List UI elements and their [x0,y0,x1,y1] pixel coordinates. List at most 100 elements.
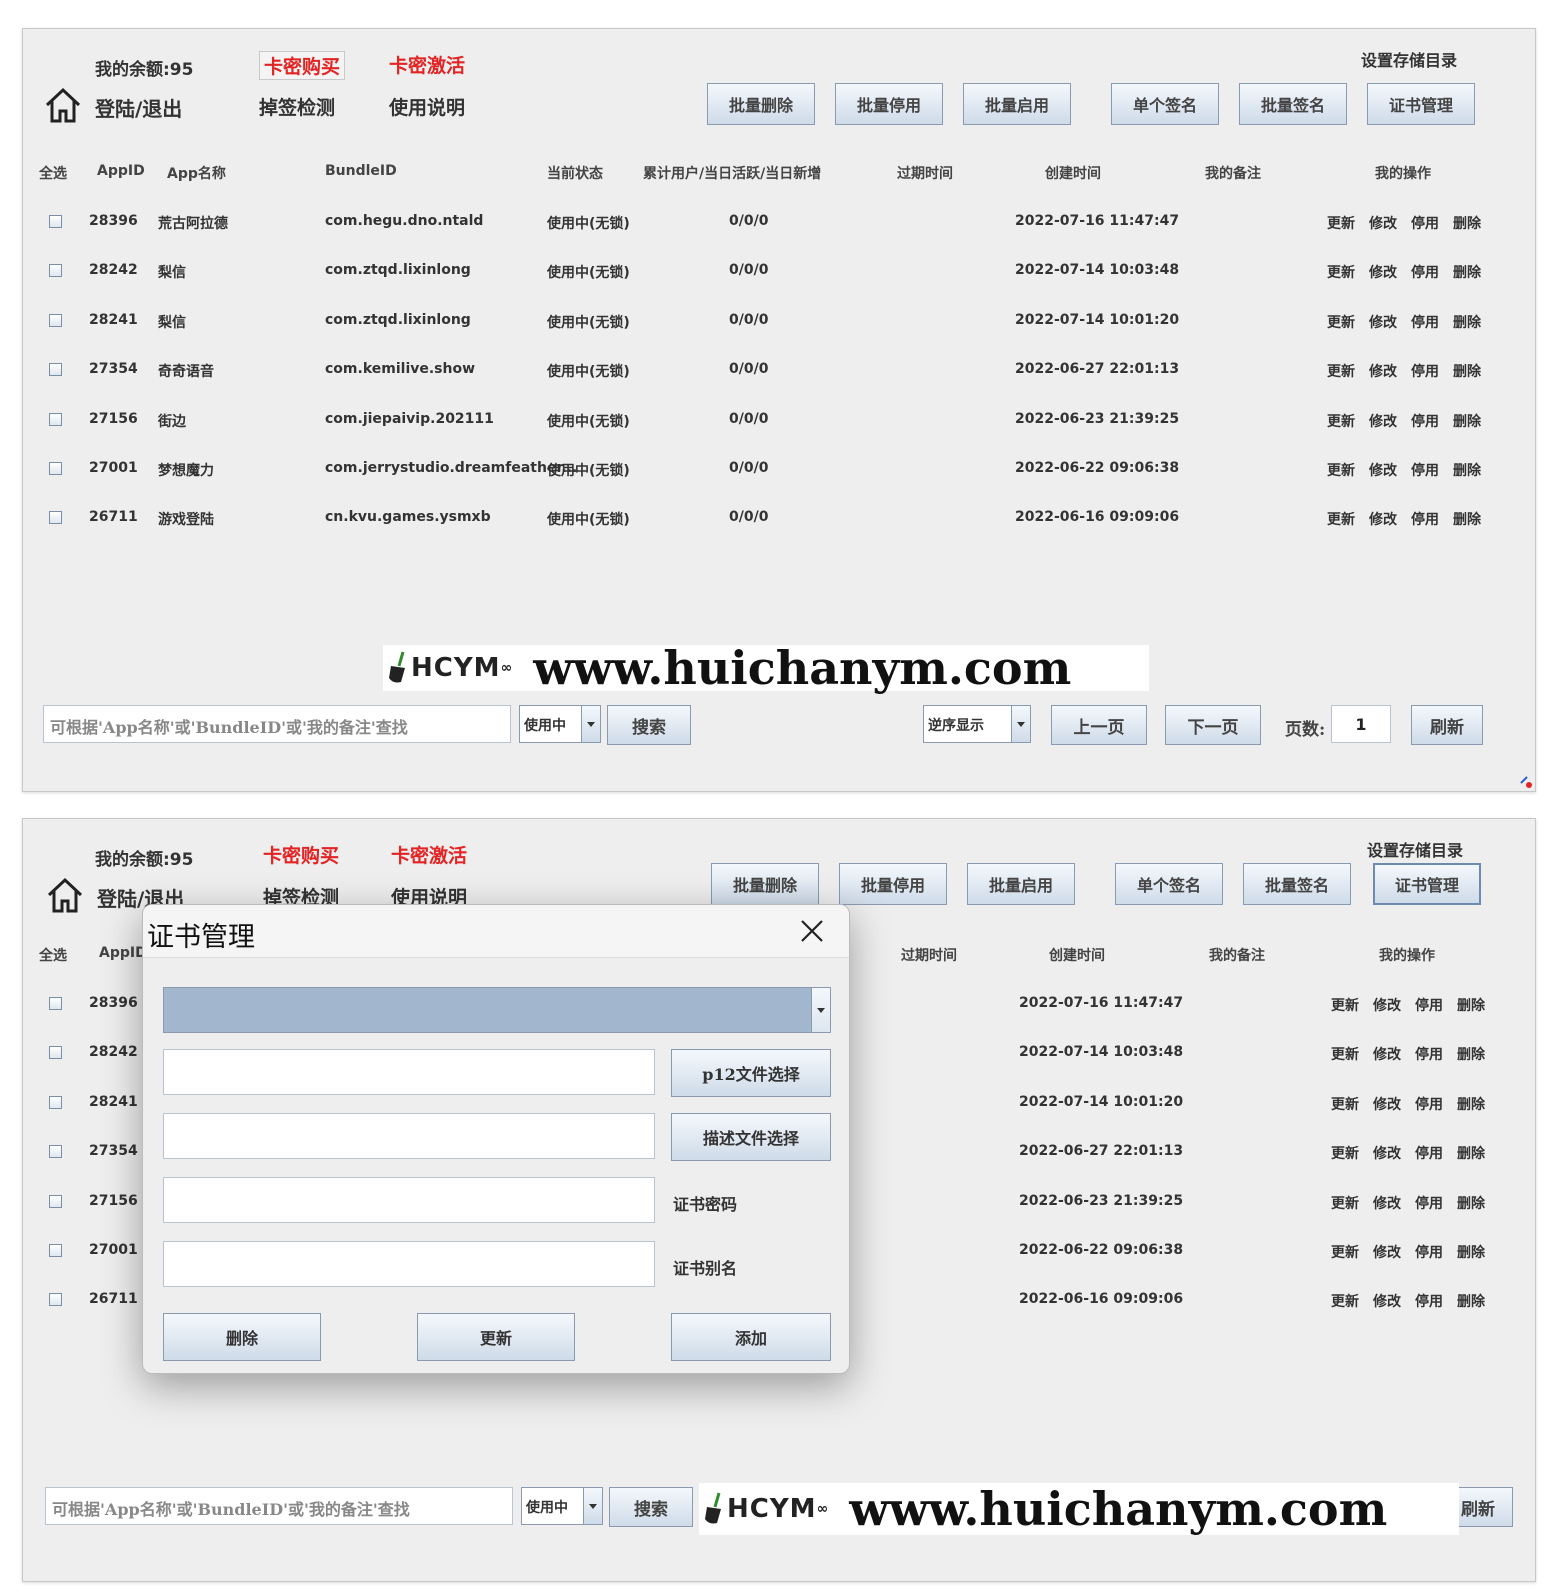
update-link[interactable]: 更新 [1331,1094,1359,1114]
row-checkbox[interactable] [49,1194,62,1208]
edit-link[interactable]: 修改 [1373,1094,1401,1114]
close-icon[interactable] [797,913,827,947]
row-checkbox[interactable] [49,313,62,327]
disable-link[interactable]: 停用 [1411,312,1439,332]
batch-disable-button[interactable]: 批量停用 [839,863,947,905]
delete-link[interactable]: 删除 [1453,509,1481,529]
disable-link[interactable]: 停用 [1411,460,1439,480]
batch-delete-button[interactable]: 批量删除 [707,83,815,125]
profile-select-button[interactable]: 描述文件选择 [671,1113,831,1161]
disable-link[interactable]: 停用 [1415,1242,1443,1262]
edit-link[interactable]: 修改 [1369,262,1397,282]
single-sign-button[interactable]: 单个签名 [1111,83,1219,125]
row-checkbox[interactable] [49,412,62,426]
disable-link[interactable]: 停用 [1415,1143,1443,1163]
cert-manage-button[interactable]: 证书管理 [1373,863,1481,905]
delete-button[interactable]: 删除 [163,1313,321,1361]
update-link[interactable]: 更新 [1331,1193,1359,1213]
edit-link[interactable]: 修改 [1373,1242,1401,1262]
page-input[interactable]: 1 [1331,705,1391,743]
disable-link[interactable]: 停用 [1411,262,1439,282]
cert-manage-button[interactable]: 证书管理 [1367,83,1475,125]
delete-link[interactable]: 删除 [1457,1291,1485,1311]
disable-link[interactable]: 停用 [1415,1044,1443,1064]
edit-link[interactable]: 修改 [1373,1143,1401,1163]
delete-link[interactable]: 删除 [1453,411,1481,431]
chevron-down-icon[interactable] [1011,706,1030,742]
row-checkbox[interactable] [49,1095,62,1109]
drop-check-link[interactable]: 掉签检测 [259,93,335,120]
disable-link[interactable]: 停用 [1411,213,1439,233]
col-select-all[interactable]: 全选 [39,945,67,965]
row-checkbox[interactable] [49,511,62,525]
update-link[interactable]: 更新 [1331,1044,1359,1064]
row-checkbox[interactable] [49,1293,62,1307]
cert-select[interactable] [163,987,831,1033]
delete-link[interactable]: 删除 [1457,1143,1485,1163]
edit-link[interactable]: 修改 [1373,1044,1401,1064]
update-link[interactable]: 更新 [1331,1242,1359,1262]
update-link[interactable]: 更新 [1327,460,1355,480]
disable-link[interactable]: 停用 [1411,411,1439,431]
row-checkbox[interactable] [49,264,62,278]
order-select[interactable]: 逆序显示 [923,705,1031,743]
edit-link[interactable]: 修改 [1369,411,1397,431]
row-checkbox[interactable] [49,1046,62,1060]
disable-link[interactable]: 停用 [1411,509,1439,529]
p12-path-field[interactable] [163,1049,655,1095]
delete-link[interactable]: 删除 [1457,1193,1485,1213]
search-input[interactable]: 可根据'App名称'或'BundleID'或'我的备注'查找 [43,705,511,743]
disable-link[interactable]: 停用 [1415,995,1443,1015]
delete-link[interactable]: 删除 [1453,460,1481,480]
delete-link[interactable]: 删除 [1453,312,1481,332]
delete-link[interactable]: 删除 [1453,213,1481,233]
resize-corner-icon[interactable] [1519,775,1533,789]
batch-sign-button[interactable]: 批量签名 [1239,83,1347,125]
delete-link[interactable]: 删除 [1453,361,1481,381]
single-sign-button[interactable]: 单个签名 [1115,863,1223,905]
home-icon[interactable] [45,875,85,915]
activate-card-link[interactable]: 卡密激活 [391,841,467,868]
edit-link[interactable]: 修改 [1369,213,1397,233]
chevron-down-icon[interactable] [583,1488,602,1524]
update-link[interactable]: 更新 [1327,411,1355,431]
update-link[interactable]: 更新 [1331,1143,1359,1163]
chevron-down-icon[interactable] [811,988,830,1032]
update-link[interactable]: 更新 [1327,509,1355,529]
next-page-button[interactable]: 下一页 [1165,705,1261,745]
disable-link[interactable]: 停用 [1415,1193,1443,1213]
edit-link[interactable]: 修改 [1369,312,1397,332]
row-checkbox[interactable] [49,363,62,377]
disable-link[interactable]: 停用 [1415,1094,1443,1114]
update-link[interactable]: 更新 [1331,1291,1359,1311]
update-button[interactable]: 更新 [417,1313,575,1361]
batch-delete-button[interactable]: 批量删除 [711,863,819,905]
edit-link[interactable]: 修改 [1373,1291,1401,1311]
update-link[interactable]: 更新 [1327,213,1355,233]
status-filter-select[interactable]: 使用中 [519,705,601,743]
login-logout-link[interactable]: 登陆/退出 [95,93,182,122]
row-checkbox[interactable] [49,1145,62,1159]
delete-link[interactable]: 删除 [1457,995,1485,1015]
search-button[interactable]: 搜索 [609,1487,693,1527]
row-checkbox[interactable] [49,1244,62,1257]
edit-link[interactable]: 修改 [1369,361,1397,381]
storage-dir-link[interactable]: 设置存储目录 [1367,837,1463,861]
update-link[interactable]: 更新 [1327,262,1355,282]
edit-link[interactable]: 修改 [1373,995,1401,1015]
delete-link[interactable]: 删除 [1453,262,1481,282]
disable-link[interactable]: 停用 [1411,361,1439,381]
buy-card-link[interactable]: 卡密购买 [259,51,346,80]
p12-select-button[interactable]: p12文件选择 [671,1049,831,1097]
buy-card-link[interactable]: 卡密购买 [263,841,339,868]
update-link[interactable]: 更新 [1331,995,1359,1015]
delete-link[interactable]: 删除 [1457,1094,1485,1114]
edit-link[interactable]: 修改 [1373,1193,1401,1213]
delete-link[interactable]: 删除 [1457,1242,1485,1262]
update-link[interactable]: 更新 [1327,361,1355,381]
instructions-link[interactable]: 使用说明 [389,93,465,120]
add-button[interactable]: 添加 [671,1313,831,1361]
edit-link[interactable]: 修改 [1369,460,1397,480]
col-select-all[interactable]: 全选 [39,163,67,183]
batch-enable-button[interactable]: 批量启用 [963,83,1071,125]
